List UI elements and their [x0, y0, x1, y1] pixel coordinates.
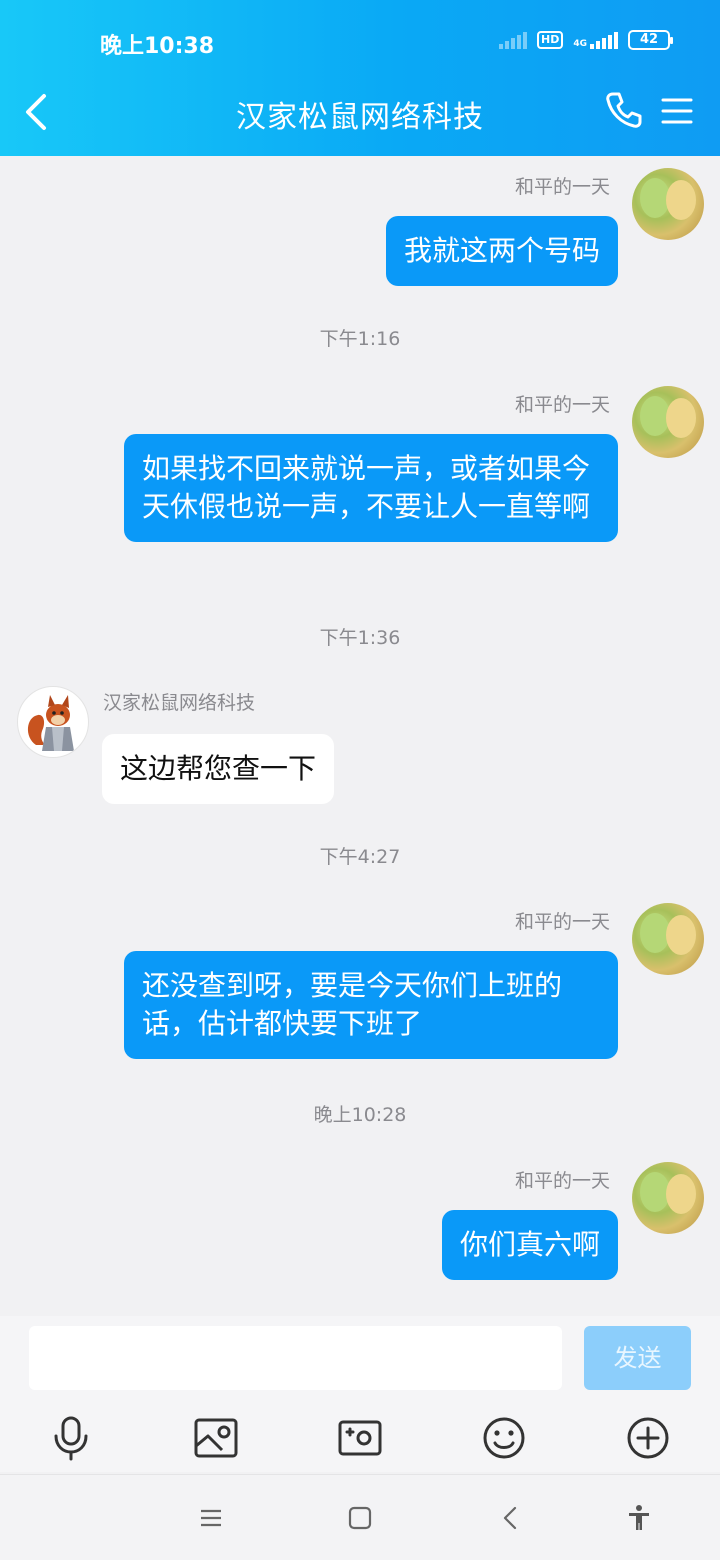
sender-name: 和平的一天	[514, 394, 610, 416]
phone-icon[interactable]	[604, 90, 644, 130]
status-time: 晚上10:38	[100, 34, 215, 59]
back-button[interactable]	[20, 90, 60, 134]
avatar[interactable]	[632, 168, 704, 240]
timestamp: 下午1:36	[319, 627, 401, 649]
message-list[interactable]: 和平的一天 我就这两个号码 下午1:16 和平的一天 如果找不回来就说一声，或者…	[0, 156, 720, 1316]
sender-name: 和平的一天	[514, 176, 610, 198]
camera-icon[interactable]	[336, 1414, 384, 1462]
back-nav-icon[interactable]	[496, 1503, 526, 1533]
timestamp: 下午1:16	[319, 328, 401, 350]
message-bubble[interactable]: 如果找不回来就说一声，或者如果今天休假也说一声，不要让人一直等啊	[124, 434, 618, 542]
sender-name: 汉家松鼠网络科技	[103, 692, 256, 714]
image-icon[interactable]	[192, 1414, 240, 1462]
microphone-icon[interactable]	[47, 1414, 95, 1462]
chat-header: 晚上10:38 HD 4G 42 汉家松鼠网络科技	[0, 0, 720, 156]
status-bar: 晚上10:38 HD 4G 42	[0, 28, 720, 59]
home-icon[interactable]	[345, 1503, 375, 1533]
message-bubble[interactable]: 这边帮您查一下	[102, 734, 335, 804]
message-bubble[interactable]: 你们真六啊	[441, 1210, 618, 1280]
squirrel-icon	[27, 695, 74, 751]
message-input[interactable]	[29, 1326, 562, 1390]
avatar[interactable]	[632, 386, 704, 458]
signal-sim2-icon	[590, 31, 618, 49]
plus-icon[interactable]	[624, 1414, 672, 1462]
timestamp: 晚上10:28	[313, 1104, 407, 1126]
page-title: 汉家松鼠网络科技	[236, 100, 484, 135]
message-bubble[interactable]: 我就这两个号码	[385, 216, 618, 286]
menu-icon[interactable]	[660, 94, 694, 128]
accessibility-icon[interactable]	[624, 1503, 654, 1533]
status-indicators: HD 4G 42	[499, 30, 673, 50]
network-type: 4G	[573, 39, 587, 49]
signal-sim1-icon	[499, 31, 527, 49]
sender-name: 和平的一天	[514, 911, 610, 933]
message-bubble[interactable]: 还没查到呀，要是今天你们上班的话，估计都快要下班了	[124, 951, 618, 1059]
timestamp: 下午4:27	[319, 846, 401, 868]
sender-name: 和平的一天	[514, 1170, 610, 1192]
send-button[interactable]: 发送	[584, 1326, 691, 1390]
avatar[interactable]	[632, 1162, 704, 1234]
hd-badge: HD	[537, 31, 564, 49]
recent-apps-icon[interactable]	[196, 1503, 226, 1533]
system-nav-bar	[0, 1474, 720, 1560]
emoji-icon[interactable]	[480, 1414, 528, 1462]
avatar[interactable]	[17, 686, 89, 758]
composer: 发送	[0, 1316, 720, 1472]
battery-icon: 42	[628, 30, 673, 50]
avatar[interactable]	[632, 903, 704, 975]
